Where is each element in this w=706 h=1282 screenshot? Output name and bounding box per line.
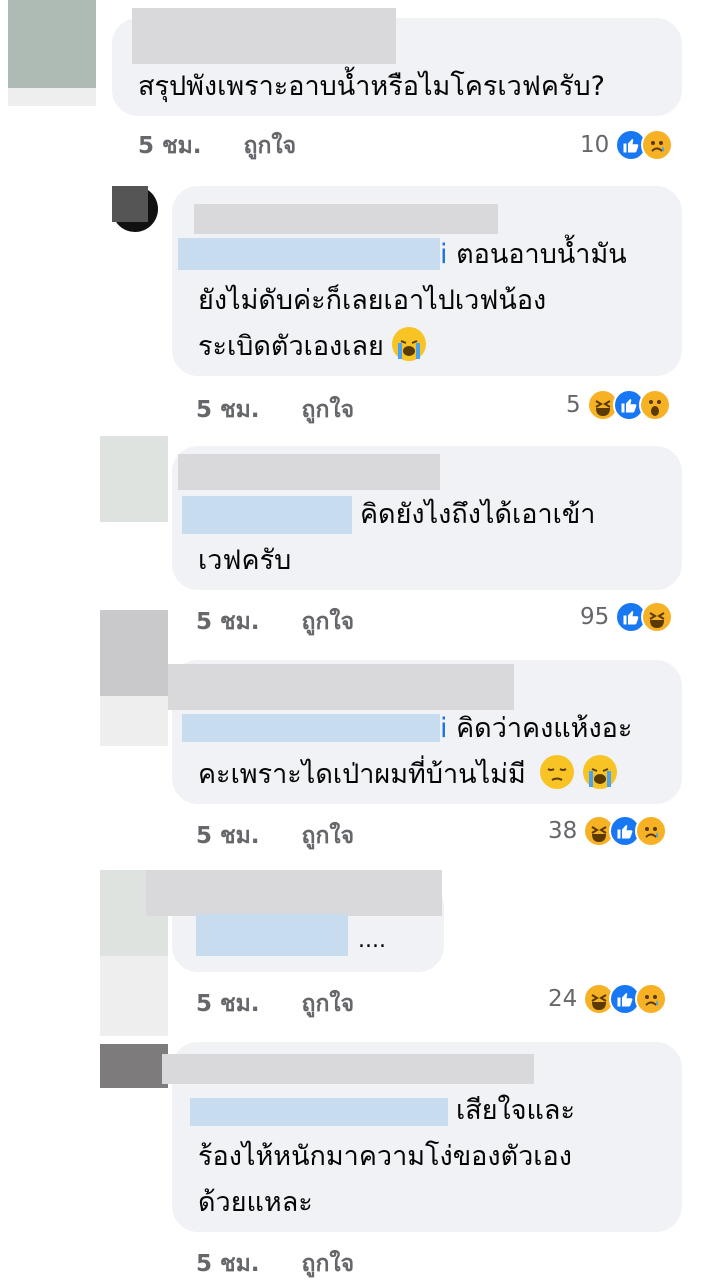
like-button[interactable]: ถูกใจ xyxy=(302,609,355,635)
reaction-summary[interactable]: 24 xyxy=(548,982,668,1016)
comment-meta: 5 ชม. ถูกใจ xyxy=(196,986,354,1022)
timestamp[interactable]: 5 ชม. xyxy=(196,397,260,423)
comment-text: i คิดว่าคงแห้งอะ xyxy=(440,713,633,744)
timestamp[interactable]: 5 ชม. xyxy=(196,609,260,635)
reaction-count: 95 xyxy=(580,604,610,630)
reaction-count: 5 xyxy=(566,392,581,418)
sad-reaction-icon xyxy=(641,129,674,161)
author-name[interactable] xyxy=(194,204,498,234)
timestamp[interactable]: 5 ชม. xyxy=(196,991,260,1017)
comment-text: ระเบิดตัวเองเลย xyxy=(198,324,427,370)
wow-reaction-icon xyxy=(638,389,671,421)
mention-link[interactable] xyxy=(190,1098,448,1126)
reaction-count: 24 xyxy=(548,986,578,1012)
like-button[interactable]: ถูกใจ xyxy=(302,991,355,1017)
like-button[interactable]: ถูกใจ xyxy=(302,823,355,849)
author-name[interactable] xyxy=(132,8,396,64)
mention-link[interactable] xyxy=(182,496,352,534)
mention-link[interactable] xyxy=(196,914,348,956)
author-name[interactable] xyxy=(178,454,440,490)
comment-text: ร้องไห้หนักมาความโง่ของตัวเอง xyxy=(198,1141,572,1172)
comment-text: คะเพราะไดเป่าผมที่บ้านไม่มี xyxy=(198,752,617,798)
avatar[interactable] xyxy=(100,610,168,696)
comment-meta: 5 ชม. ถูกใจ xyxy=(196,604,354,640)
mention-link[interactable] xyxy=(178,238,440,270)
like-button[interactable]: ถูกใจ xyxy=(302,397,355,423)
comment-text: .... xyxy=(358,928,386,953)
comment-meta: 5 ชม. ถูกใจ xyxy=(196,392,354,428)
sad-reaction-icon xyxy=(635,815,668,847)
reaction-summary[interactable]: 95 xyxy=(580,600,674,634)
comment-text: เสียใจและ xyxy=(456,1095,575,1126)
avatar[interactable] xyxy=(8,0,96,88)
comment-text: เวฟครับ xyxy=(198,545,292,576)
mention-tail[interactable]: i xyxy=(440,713,448,744)
comment-text: ด้วยแหละ xyxy=(198,1187,313,1218)
avatar-shadow xyxy=(100,956,168,1036)
timestamp[interactable]: 5 ชม. xyxy=(196,823,260,849)
reaction-count: 10 xyxy=(580,132,610,158)
sad-reaction-icon xyxy=(635,983,668,1015)
timestamp[interactable]: 5 ชม. xyxy=(138,133,202,159)
comment-text: คิดยังไงถึงได้เอาเข้า xyxy=(360,499,596,530)
author-name[interactable] xyxy=(168,664,514,710)
haha-reaction-icon xyxy=(641,601,674,633)
avatar[interactable] xyxy=(100,1044,168,1088)
timestamp[interactable]: 5 ชม. xyxy=(196,1251,260,1277)
author-name[interactable] xyxy=(162,1054,534,1084)
comment-meta: 5 ชม. ถูกใจ xyxy=(138,128,296,164)
comment-text: i ตอนอาบน้ำมัน xyxy=(440,239,627,270)
like-button[interactable]: ถูกใจ xyxy=(302,1251,355,1277)
crying-face-icon xyxy=(392,327,427,361)
reaction-count: 38 xyxy=(548,818,578,844)
like-button[interactable]: ถูกใจ xyxy=(244,133,297,159)
mention-link[interactable] xyxy=(182,714,440,742)
comment-meta: 5 ชม. ถูกใจ xyxy=(196,818,354,854)
avatar-overlay xyxy=(112,186,148,222)
comment-meta: 5 ชม. ถูกใจ xyxy=(196,1246,354,1282)
avatar-shadow xyxy=(8,88,96,106)
reaction-summary[interactable]: 5 xyxy=(566,388,671,422)
crying-face-icon xyxy=(582,755,617,789)
author-name[interactable] xyxy=(146,870,442,916)
mention-tail[interactable]: i xyxy=(440,239,448,270)
avatar[interactable] xyxy=(100,436,168,522)
comment-text: ยังไม่ดับค่ะก็เลยเอาไปเวฟน้อง xyxy=(198,285,547,316)
reaction-summary[interactable]: 38 xyxy=(548,814,668,848)
avatar-shadow xyxy=(100,696,168,746)
comment-text: สรุปพังเพราะอาบน้ำหรือไมโครเวฟครับ? xyxy=(138,71,605,102)
pensive-face-icon xyxy=(540,755,575,789)
reaction-summary[interactable]: 10 xyxy=(580,128,674,162)
